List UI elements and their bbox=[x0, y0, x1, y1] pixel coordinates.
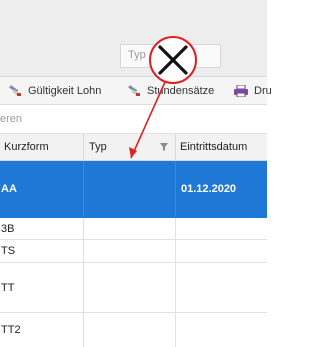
hourly-rates-button[interactable]: Stundensätze bbox=[127, 84, 214, 98]
table-row[interactable]: TS bbox=[0, 240, 267, 263]
cell-kurzform: TS bbox=[0, 240, 84, 262]
table-row[interactable]: AA 01.12.2020 bbox=[0, 161, 267, 218]
filter-funnel-icon[interactable] bbox=[160, 143, 168, 151]
toolbar: Gültigkeit Lohn Stundensätze Dru bbox=[0, 77, 272, 105]
edit-tools-icon bbox=[128, 85, 140, 96]
cell-eintrittsdatum bbox=[176, 263, 267, 312]
column-header-eintrittsdatum-label: Eintrittsdatum bbox=[180, 141, 248, 153]
grid-header: Kurzform Typ Eintrittsdatum bbox=[0, 134, 267, 161]
cell-eintrittsdatum bbox=[176, 218, 267, 239]
print-label: Dru bbox=[254, 85, 272, 97]
cell-kurzform: TT2 bbox=[0, 313, 84, 347]
search-filter-placeholder: eren bbox=[0, 113, 23, 125]
cell-kurzform: 3B bbox=[0, 218, 84, 239]
column-header-eintrittsdatum[interactable]: Eintrittsdatum bbox=[176, 134, 267, 160]
column-header-kurzform[interactable]: Kurzform bbox=[0, 134, 84, 160]
printer-icon bbox=[234, 85, 248, 97]
table-row[interactable]: TT bbox=[0, 263, 267, 313]
column-header-typ-label: Typ bbox=[89, 141, 107, 153]
cell-typ bbox=[84, 263, 176, 312]
column-header-typ[interactable]: Typ bbox=[84, 134, 176, 160]
table-row[interactable]: 3B bbox=[0, 218, 267, 240]
table-row[interactable]: TT2 bbox=[0, 313, 267, 347]
cell-typ bbox=[84, 218, 176, 239]
cell-kurzform: AA bbox=[0, 161, 84, 217]
cell-eintrittsdatum bbox=[176, 240, 267, 262]
cell-typ bbox=[84, 313, 176, 347]
print-button[interactable]: Dru bbox=[234, 84, 272, 98]
hourly-rates-label: Stundensätze bbox=[147, 85, 215, 97]
cell-eintrittsdatum bbox=[176, 313, 267, 347]
column-header-kurzform-label: Kurzform bbox=[4, 141, 49, 153]
edit-tools-icon bbox=[9, 85, 21, 96]
top-panel: Typ bbox=[0, 0, 267, 77]
type-filter-input[interactable]: Typ bbox=[120, 44, 221, 68]
cell-kurzform: TT bbox=[0, 263, 84, 312]
validity-wage-label: Gültigkeit Lohn bbox=[28, 85, 102, 97]
validity-wage-button[interactable]: Gültigkeit Lohn bbox=[8, 84, 101, 98]
type-filter-placeholder: Typ bbox=[128, 49, 146, 61]
cell-eintrittsdatum: 01.12.2020 bbox=[181, 183, 237, 195]
cell-typ bbox=[84, 161, 176, 217]
search-filter-row[interactable]: eren bbox=[0, 105, 267, 134]
cell-typ bbox=[84, 240, 176, 262]
